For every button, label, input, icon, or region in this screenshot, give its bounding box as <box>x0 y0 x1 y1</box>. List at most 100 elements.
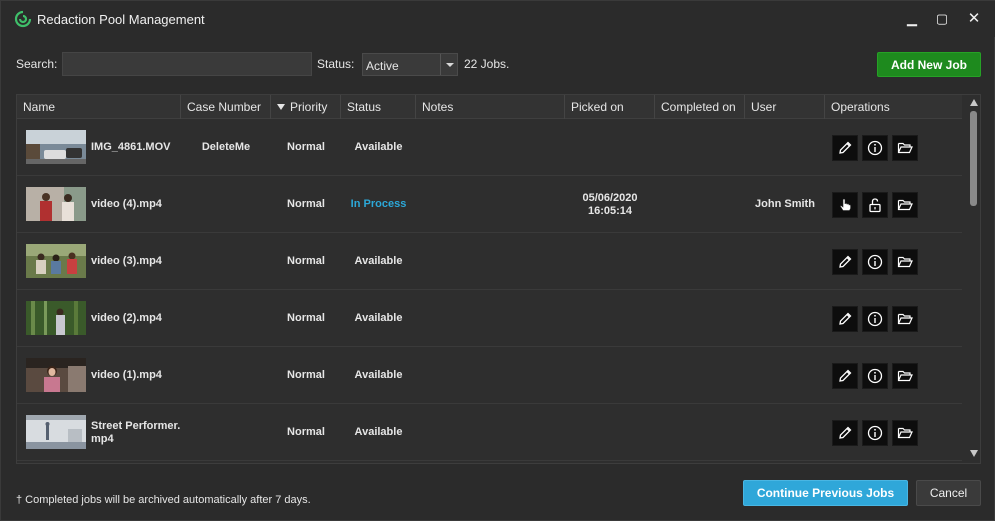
table-row[interactable]: video (4).mp4 Normal In Process 05/06/20… <box>17 176 962 233</box>
maximize-button[interactable]: ▢ <box>931 9 953 29</box>
job-picked-on: 05/06/2020 16:05:14 <box>582 191 638 217</box>
job-user <box>745 233 825 290</box>
cancel-button[interactable]: Cancel <box>916 480 981 506</box>
open-folder-button[interactable] <box>892 249 918 275</box>
job-user: John Smith <box>755 198 815 210</box>
continue-previous-jobs-button[interactable]: Continue Previous Jobs <box>743 480 908 506</box>
video-thumbnail <box>26 301 86 335</box>
info-icon <box>867 140 883 156</box>
job-user <box>745 404 825 461</box>
job-status: Available <box>354 369 403 381</box>
info-icon <box>867 368 883 384</box>
table-row[interactable]: IMG_4861.MOV DeleteMe Normal Available <box>17 119 962 176</box>
column-header-picked-on[interactable]: Picked on <box>565 95 655 119</box>
column-header-name[interactable]: Name <box>17 95 181 119</box>
info-button[interactable] <box>862 249 888 275</box>
info-button[interactable] <box>862 363 888 389</box>
column-header-status[interactable]: Status <box>341 95 416 119</box>
open-folder-button[interactable] <box>892 306 918 332</box>
video-thumbnail <box>26 187 86 221</box>
edit-button[interactable] <box>832 249 858 275</box>
archive-footnote: † Completed jobs will be archived automa… <box>16 494 311 506</box>
job-user <box>745 347 825 404</box>
job-status: Available <box>354 312 403 324</box>
status-select[interactable]: Active <box>362 53 458 76</box>
column-header-priority[interactable]: Priority <box>271 95 341 119</box>
edit-button[interactable] <box>832 306 858 332</box>
job-priority: Normal <box>287 312 325 324</box>
column-header-notes[interactable]: Notes <box>416 95 565 119</box>
info-button[interactable] <box>862 135 888 161</box>
close-button[interactable]: ✕ <box>963 9 985 29</box>
open-folder-button[interactable] <box>892 363 918 389</box>
table-row[interactable]: Street Performer.mp4 Normal Available <box>17 404 962 461</box>
open-folder-button[interactable] <box>892 420 918 446</box>
table-body: IMG_4861.MOV DeleteMe Normal Available v… <box>17 119 962 463</box>
scroll-down-icon[interactable] <box>970 450 978 457</box>
folder-open-icon <box>897 313 913 325</box>
info-button[interactable] <box>862 306 888 332</box>
info-icon <box>867 254 883 270</box>
table-row[interactable]: video (2).mp4 Normal Available <box>17 290 962 347</box>
add-new-job-button[interactable]: Add New Job <box>877 52 981 77</box>
unlock-button[interactable] <box>862 192 888 218</box>
job-name: video (4).mp4 <box>91 198 162 210</box>
take-over-button[interactable] <box>832 192 858 218</box>
hand-cursor-icon <box>840 198 851 211</box>
job-name: Street Performer.mp4 <box>91 419 181 445</box>
edit-icon <box>839 426 852 439</box>
column-header-user[interactable]: User <box>745 95 825 119</box>
edit-icon <box>839 141 852 154</box>
job-case-number <box>181 233 271 290</box>
search-label: Search: <box>16 57 58 71</box>
job-name: IMG_4861.MOV <box>91 141 171 153</box>
edit-button[interactable] <box>832 420 858 446</box>
job-name: video (3).mp4 <box>91 255 162 267</box>
edit-icon <box>839 255 852 268</box>
info-icon <box>867 311 883 327</box>
toolbar: Search: Status: Active 22 Jobs. Add New … <box>1 45 995 85</box>
job-case-number <box>181 290 271 347</box>
edit-icon <box>839 312 852 325</box>
status-select-value: Active <box>366 59 399 73</box>
edit-button[interactable] <box>832 135 858 161</box>
job-priority: Normal <box>287 255 325 267</box>
table-row[interactable]: video (1).mp4 Normal Available <box>17 347 962 404</box>
title-bar: Redaction Pool Management ▁ ▢ ✕ <box>1 1 995 37</box>
column-header-completed-on[interactable]: Completed on <box>655 95 745 119</box>
job-priority: Normal <box>287 141 325 153</box>
table-header: Name Case Number Priority Status Notes P… <box>17 95 962 119</box>
job-case-number: DeleteMe <box>201 141 251 153</box>
job-priority: Normal <box>287 198 325 210</box>
open-folder-button[interactable] <box>892 135 918 161</box>
column-header-case-number[interactable]: Case Number <box>181 95 271 119</box>
info-icon <box>867 425 883 441</box>
job-status: Available <box>354 141 403 153</box>
scrollbar-thumb[interactable] <box>970 111 977 206</box>
search-input[interactable] <box>62 52 312 76</box>
scroll-up-icon[interactable] <box>970 99 978 106</box>
window-title: Redaction Pool Management <box>37 12 205 27</box>
table-row[interactable]: video (3).mp4 Normal Available <box>17 233 962 290</box>
video-thumbnail <box>26 358 86 392</box>
job-user <box>745 119 825 176</box>
video-thumbnail <box>26 130 86 164</box>
job-case-number <box>181 347 271 404</box>
job-name: video (1).mp4 <box>91 369 162 381</box>
job-picked-on <box>565 347 655 404</box>
video-thumbnail <box>26 415 86 449</box>
job-priority: Normal <box>287 426 325 438</box>
edit-button[interactable] <box>832 363 858 389</box>
info-button[interactable] <box>862 420 888 446</box>
table-scrollbar[interactable] <box>967 95 980 463</box>
minimize-button[interactable]: ▁ <box>901 9 923 29</box>
job-picked-on <box>565 290 655 347</box>
folder-open-icon <box>897 256 913 268</box>
unlock-icon <box>869 198 881 213</box>
job-picked-on <box>565 233 655 290</box>
chevron-down-icon[interactable] <box>440 54 457 75</box>
open-folder-button[interactable] <box>892 192 918 218</box>
folder-open-icon <box>897 199 913 211</box>
job-picked-on <box>565 119 655 176</box>
edit-icon <box>839 369 852 382</box>
